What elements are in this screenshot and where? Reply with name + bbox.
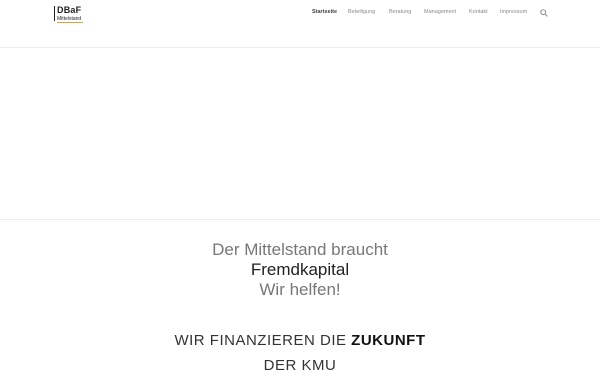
nav-item-beteiligung[interactable]: Beteiligung [348, 9, 375, 15]
tagline: Der Mittelstand braucht Fremdkapital Wir… [0, 240, 600, 300]
main-nav: Startseite Beteiligung Beratung Manageme… [0, 0, 600, 24]
nav-item-startseite[interactable]: Startseite [312, 9, 337, 15]
section-title-bold: ZUKUNFT [351, 332, 426, 349]
nav-item-kontakt[interactable]: Kontakt [469, 9, 488, 15]
nav-item-management[interactable]: Management [424, 9, 456, 15]
hero-banner [0, 48, 600, 220]
tagline-line-1: Der Mittelstand braucht [212, 240, 388, 259]
nav-item-impressum[interactable]: Impressum [500, 9, 527, 15]
section-subtitle: DER KMU [263, 357, 337, 374]
tagline-line-3: Wir helfen! [259, 280, 341, 299]
site-header: DBaF Mittelstand Startseite Beteiligung … [0, 0, 600, 48]
search-icon[interactable] [540, 9, 548, 17]
nav-item-beratung[interactable]: Beratung [389, 9, 411, 15]
tagline-line-2: Fremdkapital [250, 260, 350, 279]
section-title-prefix: WIR FINANZIEREN DIE [174, 332, 347, 349]
section-title: WIR FINANZIEREN DIE ZUKUNFT [0, 332, 600, 349]
